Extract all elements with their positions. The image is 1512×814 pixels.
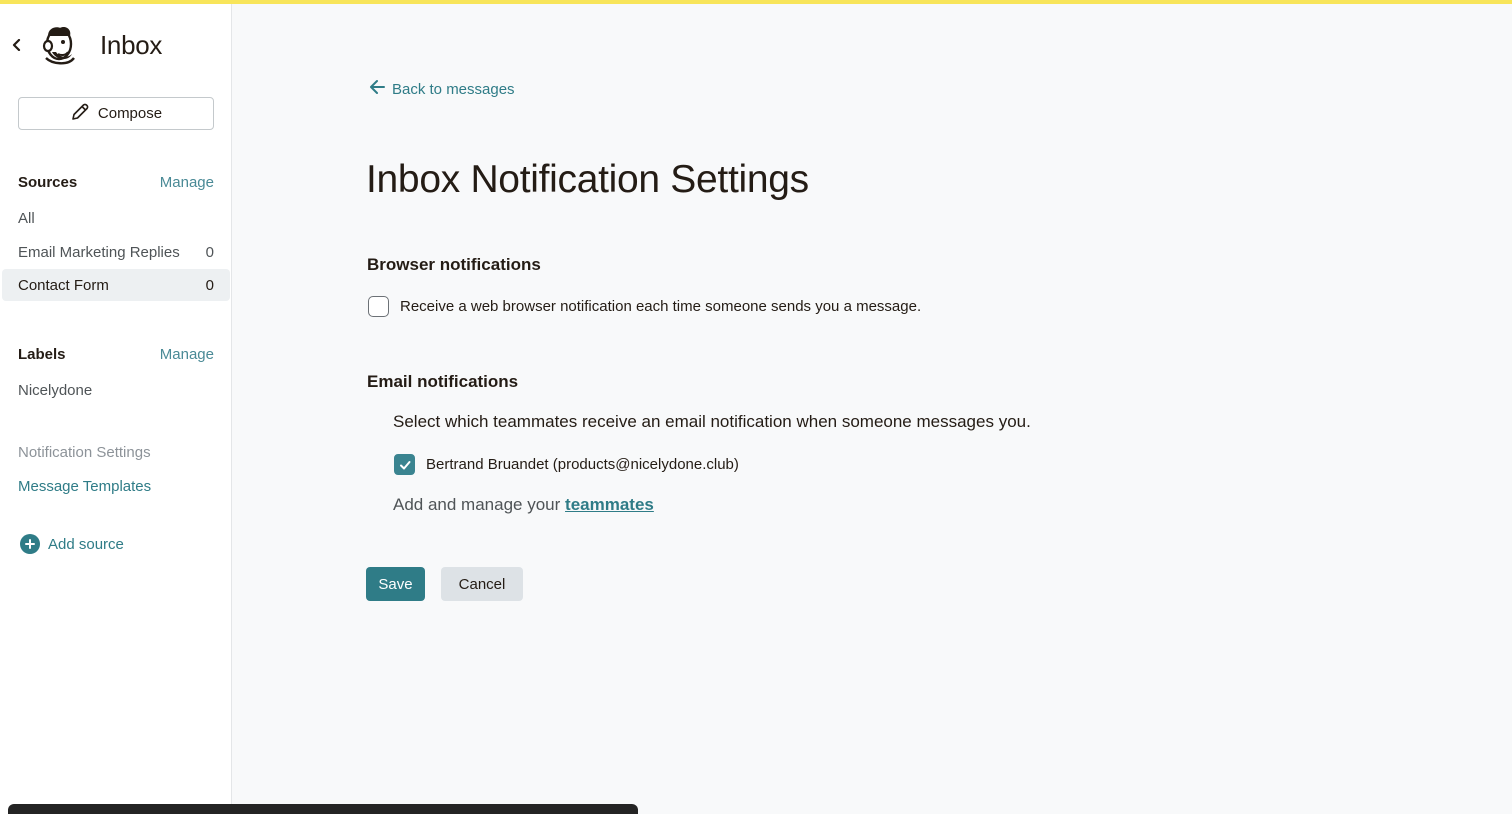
teammate-option: Bertrand Bruandet (products@nicelydone.c… [394, 454, 739, 475]
manage-teammates-prefix: Add and manage your [393, 495, 561, 514]
sidebar-item-email-marketing-replies[interactable]: Email Marketing Replies 0 [2, 236, 230, 268]
checkmark-icon [399, 460, 410, 469]
mailchimp-logo-icon [38, 24, 80, 66]
save-button[interactable]: Save [366, 567, 425, 601]
message-templates-link[interactable]: Message Templates [18, 478, 151, 495]
sources-heading: Sources [18, 174, 78, 191]
sidebar-item-label: Nicelydone [18, 381, 93, 399]
bottom-toast-bar [8, 804, 638, 814]
page-title: Inbox Notification Settings [366, 158, 809, 201]
teammate-label: Bertrand Bruandet (products@nicelydone.c… [426, 456, 739, 473]
sidebar-title: Inbox [100, 29, 163, 60]
add-source-label: Add source [48, 535, 124, 553]
labels-header: Labels Manage [18, 346, 214, 363]
browser-notification-checkbox[interactable] [368, 296, 389, 317]
email-notifications-description: Select which teammates receive an email … [393, 412, 1031, 431]
sources-header: Sources Manage [18, 174, 214, 191]
sidebar-item-label: Email Marketing Replies [18, 243, 180, 261]
labels-manage-link[interactable]: Manage [160, 346, 214, 363]
back-label: Back to messages [392, 80, 515, 98]
teammate-checkbox[interactable] [394, 454, 415, 475]
sidebar-item-label: All [18, 209, 35, 227]
sources-manage-link[interactable]: Manage [160, 174, 214, 191]
notification-settings-link[interactable]: Notification Settings [18, 444, 151, 461]
teammates-link[interactable]: teammates [565, 495, 654, 514]
sidebar: Inbox Compose Sources Manage All Email M… [0, 4, 232, 814]
sidebar-item-count: 0 [205, 276, 214, 294]
chevron-left-icon[interactable] [10, 35, 24, 55]
browser-notifications-heading: Browser notifications [367, 255, 541, 274]
sidebar-item-contact-form[interactable]: Contact Form 0 [2, 269, 230, 301]
sidebar-item-label: Contact Form [18, 276, 109, 294]
labels-heading: Labels [18, 346, 66, 363]
pencil-icon [70, 102, 90, 126]
email-notifications-heading: Email notifications [367, 372, 519, 391]
sidebar-header: Inbox [10, 24, 162, 66]
sidebar-item-count: 0 [205, 243, 214, 261]
compose-label: Compose [97, 105, 163, 122]
back-to-messages-link[interactable]: Back to messages [368, 78, 515, 100]
arrow-left-icon [368, 78, 386, 100]
sidebar-item-nicelydone[interactable]: Nicelydone [2, 374, 230, 406]
compose-button[interactable]: Compose [18, 97, 214, 130]
browser-notification-label: Receive a web browser notification each … [400, 298, 922, 315]
manage-teammates-line: Add and manage your teammates [393, 495, 654, 515]
plus-circle-icon [20, 534, 40, 554]
add-source-button[interactable]: Add source [20, 534, 124, 554]
browser-notification-option: Receive a web browser notification each … [368, 296, 921, 317]
sidebar-item-all[interactable]: All [2, 202, 230, 234]
cancel-button[interactable]: Cancel [441, 567, 523, 601]
